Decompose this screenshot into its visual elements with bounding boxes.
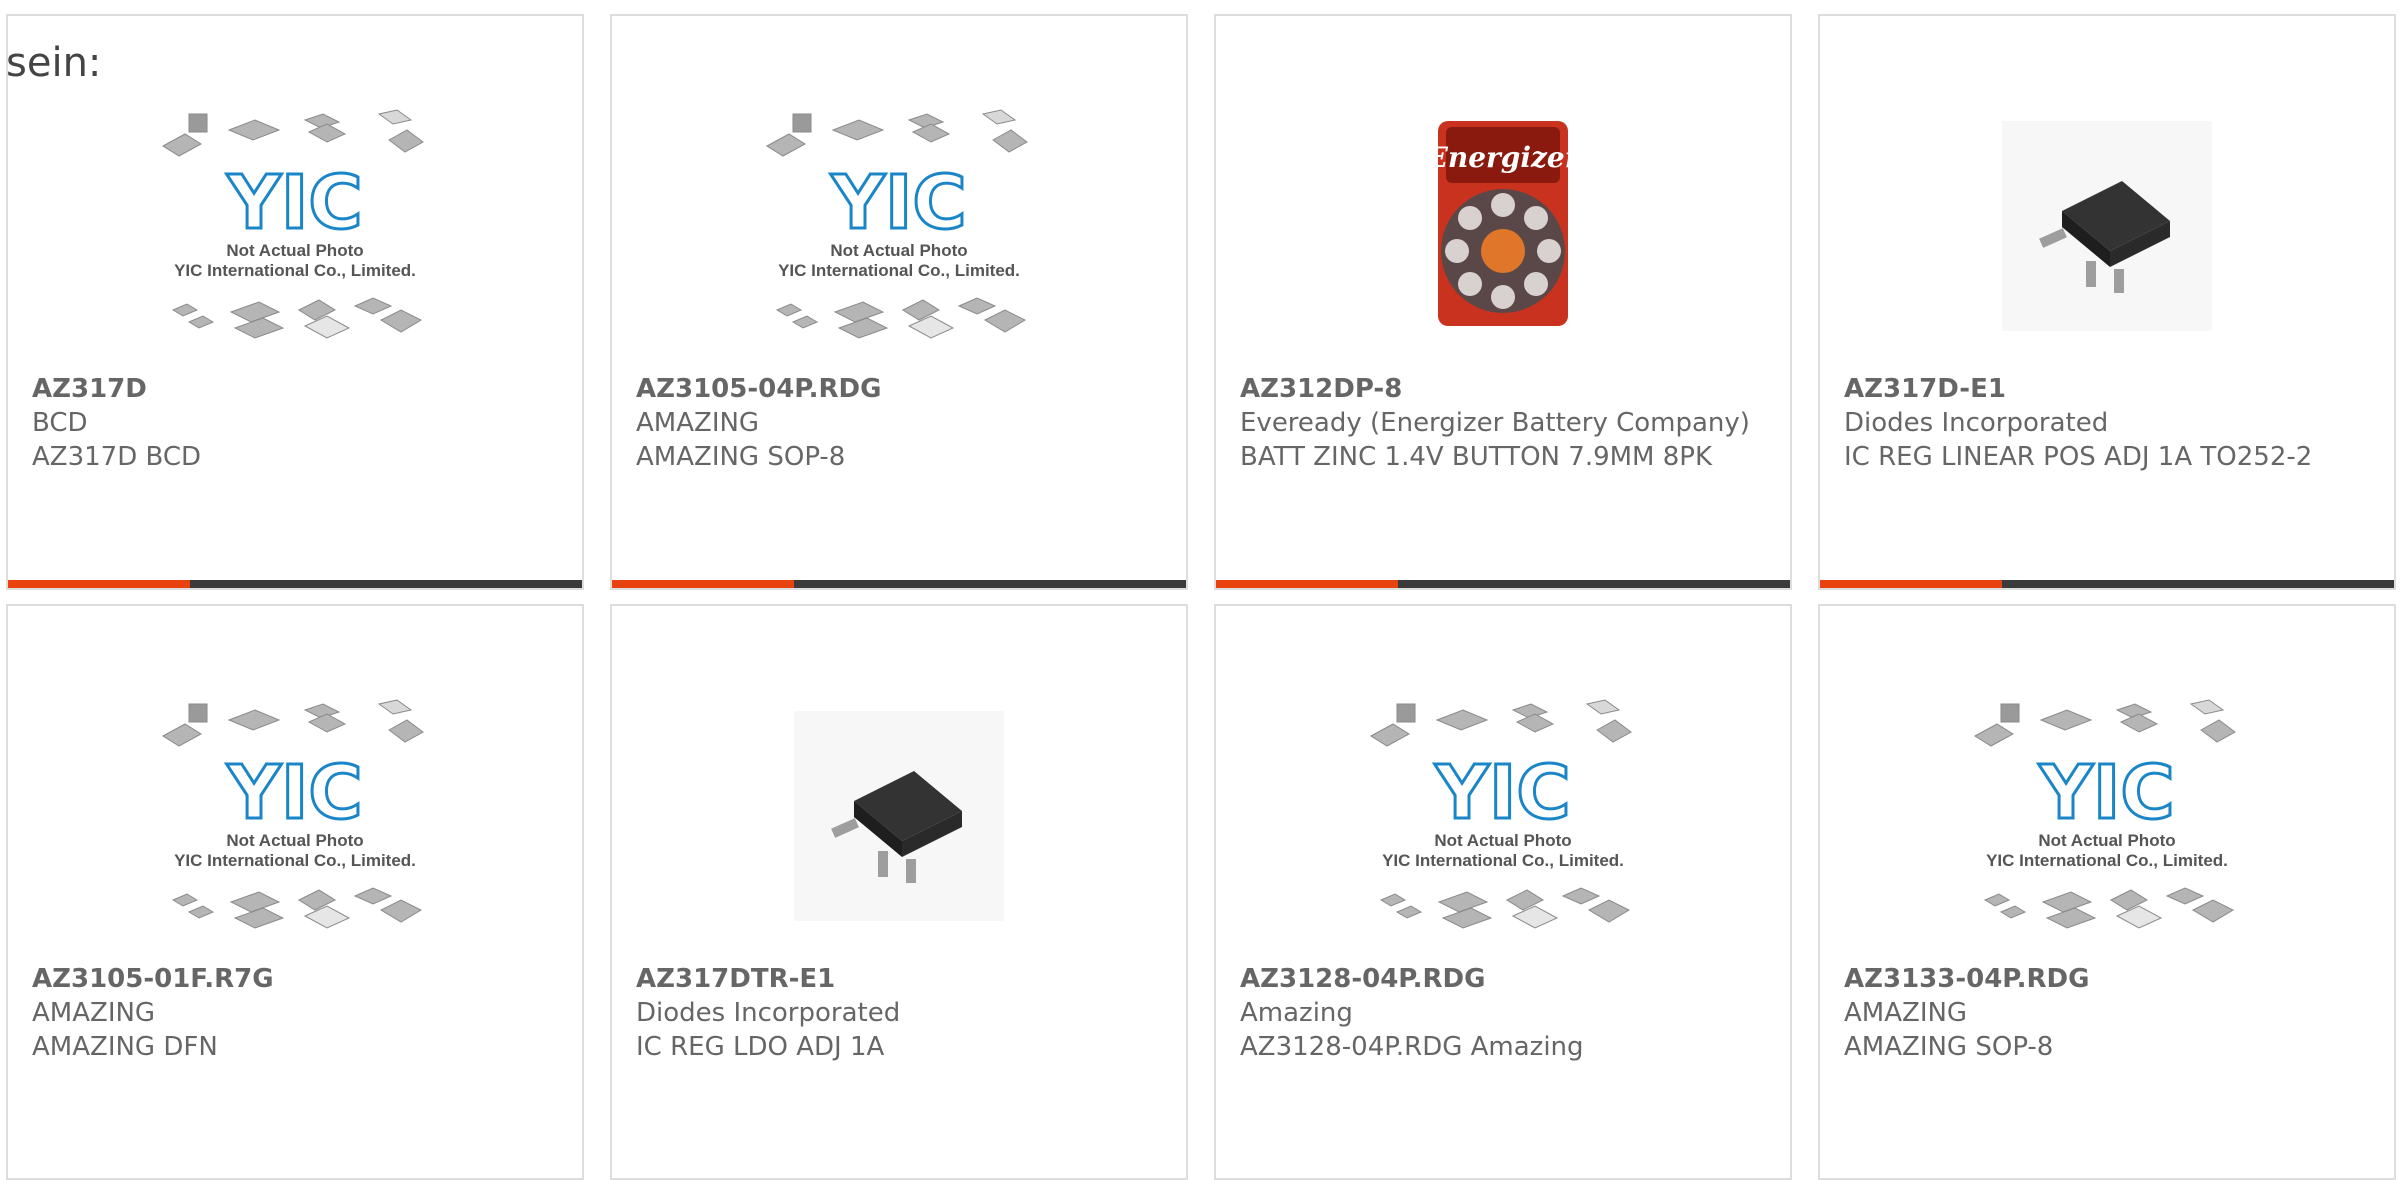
description: IC REG LDO ADJ 1A xyxy=(636,1032,885,1062)
svg-text:Not Actual Photo: Not Actual Photo xyxy=(830,241,967,260)
product-thumbnail[interactable] xyxy=(612,686,1186,946)
svg-text:YIC: YIC xyxy=(1434,750,1570,836)
card-bottom-bar xyxy=(1216,580,1790,588)
section-heading: sein: xyxy=(6,40,102,86)
part-number[interactable]: AZ312DP-8 xyxy=(1240,372,1750,406)
svg-text:YIC International Co., Limited: YIC International Co., Limited. xyxy=(174,261,416,280)
svg-text:YIC: YIC xyxy=(2038,750,2174,836)
product-card[interactable]: YIC Not Actual Photo YIC International C… xyxy=(6,14,584,590)
product-thumbnail[interactable]: Energizer xyxy=(1216,96,1790,356)
svg-text:YIC International Co., Limited: YIC International Co., Limited. xyxy=(1986,851,2228,870)
product-thumbnail[interactable] xyxy=(1820,96,2394,356)
yic-placeholder-image: YIC Not Actual Photo YIC International C… xyxy=(1370,699,1632,929)
product-thumbnail[interactable]: YIC Not Actual Photo YIC International C… xyxy=(612,96,1186,356)
product-thumbnail[interactable]: YIC Not Actual Photo YIC International C… xyxy=(8,686,582,946)
card-bar-accent xyxy=(1216,580,1398,588)
product-card[interactable]: Energizer AZ312DP-8 Eveready (Energizer B… xyxy=(1214,14,1792,590)
product-info: AZ317DTR-E1 Diodes Incorporated IC REG LDO… xyxy=(636,962,1146,1064)
manufacturer: Diodes Incorporated xyxy=(636,998,901,1028)
manufacturer: AMAZING xyxy=(636,408,760,438)
svg-text:Not Actual Photo: Not Actual Photo xyxy=(226,241,363,260)
manufacturer: Diodes Incorporated xyxy=(1844,408,2109,438)
product-card[interactable]: YIC Not Actual Photo YIC International C… xyxy=(6,604,584,1180)
description: BATT ZINC 1.4V BUTTON 7.9MM 8PK xyxy=(1240,442,1713,472)
card-bottom-bar xyxy=(612,580,1186,588)
manufacturer: AMAZING xyxy=(1844,998,1968,1028)
product-card[interactable]: YIC Not Actual Photo YIC International C… xyxy=(1818,604,2396,1180)
part-number[interactable]: AZ317DTR-E1 xyxy=(636,962,1146,996)
product-info: AZ3133-04P.RDG AMAZING AMAZING SOP-8 xyxy=(1844,962,2354,1064)
product-info: AZ317D BCD AZ317D BCD xyxy=(32,372,542,474)
yic-placeholder-image: YIC Not Actual Photo YIC International C… xyxy=(162,109,424,339)
manufacturer: BCD xyxy=(32,408,88,438)
description: AMAZING SOP-8 xyxy=(636,442,846,472)
to252-chip-image xyxy=(794,711,1004,921)
energizer-battery-image: Energizer xyxy=(1426,121,1582,326)
svg-text:Not Actual Photo: Not Actual Photo xyxy=(226,831,363,850)
product-thumbnail[interactable]: YIC Not Actual Photo YIC International C… xyxy=(1216,686,1790,946)
svg-text:YIC: YIC xyxy=(226,160,362,246)
product-info: AZ312DP-8 Eveready (Energizer Battery Com… xyxy=(1240,372,1750,474)
card-bottom-bar xyxy=(8,580,582,588)
part-number[interactable]: AZ317D-E1 xyxy=(1844,372,2354,406)
card-bar-accent xyxy=(612,580,794,588)
part-number[interactable]: AZ317D xyxy=(32,372,542,406)
svg-text:YIC International Co., Limited: YIC International Co., Limited. xyxy=(1382,851,1624,870)
yic-placeholder-image: YIC Not Actual Photo YIC International C… xyxy=(766,109,1028,339)
card-bottom-bar xyxy=(1820,580,2394,588)
part-number[interactable]: AZ3133-04P.RDG xyxy=(1844,962,2354,996)
product-card[interactable]: AZ317D-E1 Diodes Incorporated IC REG LINEA… xyxy=(1818,14,2396,590)
product-card[interactable]: YIC Not Actual Photo YIC International C… xyxy=(610,14,1188,590)
product-info: AZ317D-E1 Diodes Incorporated IC REG LINEA… xyxy=(1844,372,2354,474)
product-info: AZ3128-04P.RDG Amazing AZ3128-04P.RDG Amaz… xyxy=(1240,962,1750,1064)
to252-chip-image xyxy=(2002,121,2212,331)
part-number[interactable]: AZ3105-04P.RDG xyxy=(636,372,1146,406)
manufacturer: Eveready (Energizer Battery Company) xyxy=(1240,408,1750,438)
svg-text:Not Actual Photo: Not Actual Photo xyxy=(1434,831,1571,850)
yic-placeholder-image: YIC Not Actual Photo YIC International C… xyxy=(162,699,424,929)
part-number[interactable]: AZ3105-01F.R7G xyxy=(32,962,542,996)
manufacturer: Amazing xyxy=(1240,998,1353,1028)
svg-text:YIC: YIC xyxy=(830,160,966,246)
card-bar-accent xyxy=(8,580,190,588)
description: AMAZING SOP-8 xyxy=(1844,1032,2054,1062)
product-thumbnail[interactable]: YIC Not Actual Photo YIC International C… xyxy=(8,96,582,356)
svg-text:YIC International Co., Limited: YIC International Co., Limited. xyxy=(778,261,1020,280)
description: AZ317D BCD xyxy=(32,442,202,472)
svg-text:Energizer: Energizer xyxy=(1426,141,1582,174)
product-info: AZ3105-01F.R7G AMAZING AMAZING DFN xyxy=(32,962,542,1064)
yic-placeholder-image: YIC Not Actual Photo YIC International C… xyxy=(1974,699,2236,929)
card-bar-accent xyxy=(1820,580,2002,588)
product-thumbnail[interactable]: YIC Not Actual Photo YIC International C… xyxy=(1820,686,2394,946)
product-card[interactable]: AZ317DTR-E1 Diodes Incorporated IC REG LDO… xyxy=(610,604,1188,1180)
svg-text:YIC International Co., Limited: YIC International Co., Limited. xyxy=(174,851,416,870)
manufacturer: AMAZING xyxy=(32,998,156,1028)
part-number[interactable]: AZ3128-04P.RDG xyxy=(1240,962,1750,996)
description: IC REG LINEAR POS ADJ 1A TO252-2 xyxy=(1844,442,2313,472)
description: AMAZING DFN xyxy=(32,1032,218,1062)
product-info: AZ3105-04P.RDG AMAZING AMAZING SOP-8 xyxy=(636,372,1146,474)
svg-text:YIC: YIC xyxy=(226,750,362,836)
svg-text:Not Actual Photo: Not Actual Photo xyxy=(2038,831,2175,850)
description: AZ3128-04P.RDG Amazing xyxy=(1240,1032,1584,1062)
product-card[interactable]: YIC Not Actual Photo YIC International C… xyxy=(1214,604,1792,1180)
